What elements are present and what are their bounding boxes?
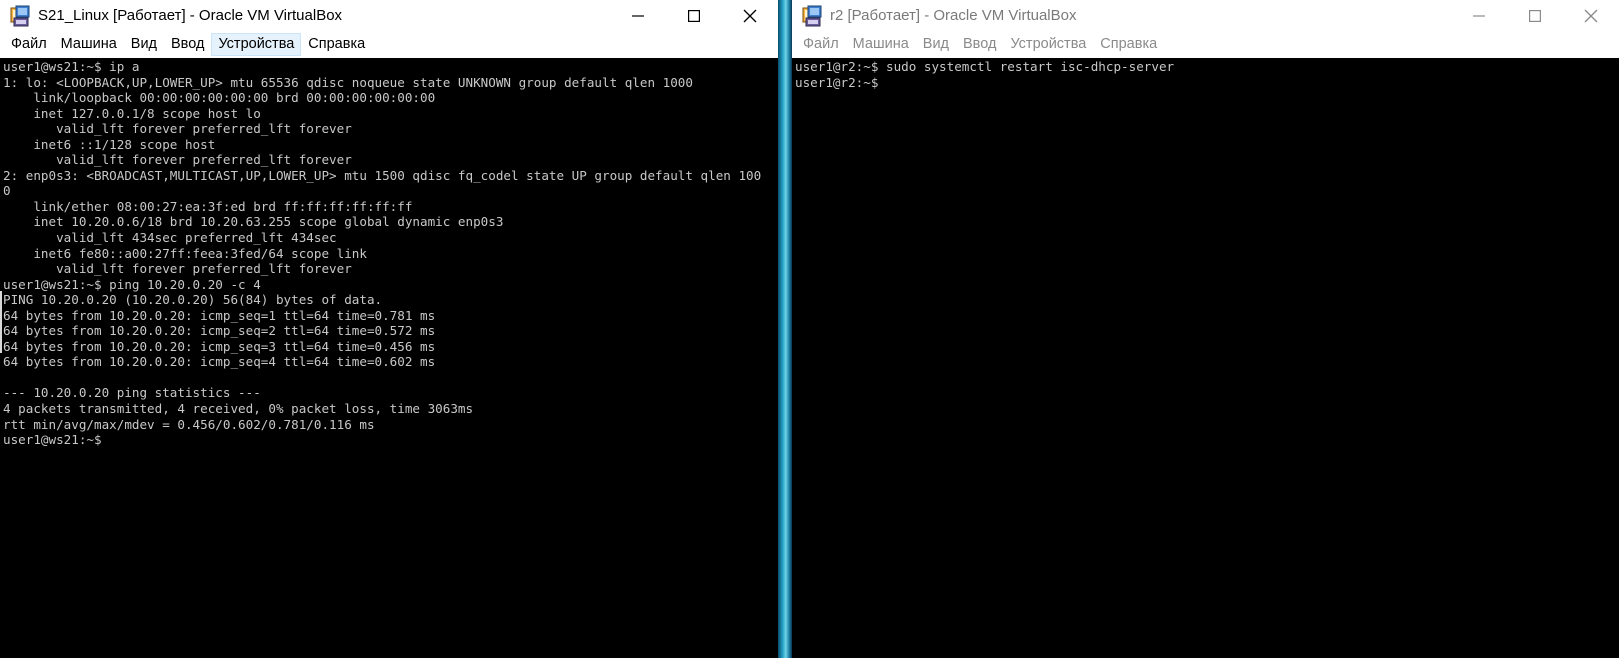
menu-file[interactable]: Файл xyxy=(4,33,54,56)
console-line: rtt min/avg/max/mdev = 0.456/0.602/0.781… xyxy=(3,416,375,432)
text-cursor xyxy=(0,291,2,353)
console-line: valid_lft forever preferred_lft forever xyxy=(3,152,352,168)
vm-console-screen[interactable]: user1@r2:~$ sudo systemctl restart isc-d… xyxy=(792,58,1619,658)
console-output: user1@r2:~$ sudo systemctl restart isc-d… xyxy=(792,58,1619,90)
console-line: 64 bytes from 10.20.0.20: icmp_seq=3 ttl… xyxy=(3,338,436,354)
menu-help[interactable]: Справка xyxy=(301,33,372,56)
minimize-button[interactable] xyxy=(610,0,666,31)
console-line: user1@ws21:~$ ping 10.20.0.20 -c 4 xyxy=(3,276,261,292)
console-line: PING 10.20.0.20 (10.20.0.20) 56(84) byte… xyxy=(3,292,383,308)
window-title: r2 [Работает] - Oracle VM VirtualBox xyxy=(830,7,1077,24)
vm-window-s21-linux[interactable]: S21_Linux [Работает] - Oracle VM Virtual… xyxy=(0,0,778,658)
window-controls xyxy=(1451,0,1619,31)
close-icon xyxy=(1584,9,1598,22)
title-bar[interactable]: r2 [Работает] - Oracle VM VirtualBox xyxy=(792,0,1619,31)
maximize-icon xyxy=(688,9,700,22)
vm-console-screen[interactable]: user1@ws21:~$ ip a 1: lo: <LOOPBACK,UP,LO… xyxy=(0,58,778,658)
console-line: 0 xyxy=(3,183,11,199)
menu-input[interactable]: Ввод xyxy=(956,33,1003,56)
virtualbox-icon xyxy=(802,5,822,26)
console-line: 64 bytes from 10.20.0.20: icmp_seq=2 ttl… xyxy=(3,323,436,339)
console-line: link/loopback 00:00:00:00:00:00 brd 00:0… xyxy=(3,90,436,106)
console-line: user1@ws21:~$ ip a xyxy=(3,59,140,74)
maximize-button[interactable] xyxy=(666,0,722,31)
console-line: user1@r2:~$ xyxy=(795,74,879,90)
console-line: 2: enp0s3: <BROADCAST,MULTICAST,UP,LOWER… xyxy=(3,167,762,183)
menu-devices[interactable]: Устройства xyxy=(1003,33,1093,56)
minimize-icon xyxy=(1473,14,1485,17)
console-line: valid_lft forever preferred_lft forever xyxy=(3,261,352,277)
console-line: inet6 ::1/128 scope host xyxy=(3,136,216,152)
close-button[interactable] xyxy=(722,0,778,31)
console-line: inet 10.20.0.6/18 brd 10.20.63.255 scope… xyxy=(3,214,504,230)
title-bar[interactable]: S21_Linux [Работает] - Oracle VM Virtual… xyxy=(0,0,778,31)
console-line: 64 bytes from 10.20.0.20: icmp_seq=4 ttl… xyxy=(3,354,436,370)
menu-file[interactable]: Файл xyxy=(796,33,846,56)
minimize-button[interactable] xyxy=(1451,0,1507,31)
minimize-icon xyxy=(632,14,644,17)
console-line: --- 10.20.0.20 ping statistics --- xyxy=(3,385,261,401)
console-line: 1: lo: <LOOPBACK,UP,LOWER_UP> mtu 65536 … xyxy=(3,74,693,90)
console-line: inet 127.0.0.1/8 scope host lo xyxy=(3,105,261,121)
console-line: valid_lft 434sec preferred_lft 434sec xyxy=(3,230,337,246)
menu-bar: Файл Машина Вид Ввод Устройства Справка xyxy=(0,31,778,58)
menu-input[interactable]: Ввод xyxy=(164,33,211,56)
console-line: inet6 fe80::a00:27ff:feea:3fed/64 scope … xyxy=(3,245,367,261)
console-line: user1@r2:~$ sudo systemctl restart isc-d… xyxy=(795,59,1175,74)
menu-view[interactable]: Вид xyxy=(124,33,164,56)
desktop: S21_Linux [Работает] - Oracle VM Virtual… xyxy=(0,0,1619,658)
menu-devices[interactable]: Устройства xyxy=(211,33,302,56)
console-line: user1@ws21:~$ xyxy=(3,432,102,448)
menu-view[interactable]: Вид xyxy=(916,33,956,56)
console-line: 64 bytes from 10.20.0.20: icmp_seq=1 ttl… xyxy=(3,307,436,323)
maximize-button[interactable] xyxy=(1507,0,1563,31)
console-line: 4 packets transmitted, 4 received, 0% pa… xyxy=(3,401,474,417)
close-button[interactable] xyxy=(1563,0,1619,31)
console-output: user1@ws21:~$ ip a 1: lo: <LOOPBACK,UP,LO… xyxy=(0,58,778,448)
menu-bar: Файл Машина Вид Ввод Устройства Справка xyxy=(792,31,1619,58)
maximize-icon xyxy=(1529,9,1541,22)
virtualbox-icon xyxy=(10,5,30,26)
window-title: S21_Linux [Работает] - Oracle VM Virtual… xyxy=(38,7,343,24)
menu-help[interactable]: Справка xyxy=(1093,33,1164,56)
console-line: valid_lft forever preferred_lft forever xyxy=(3,121,352,137)
menu-machine[interactable]: Машина xyxy=(54,33,124,56)
desktop-background-strip xyxy=(778,0,792,658)
menu-machine[interactable]: Машина xyxy=(846,33,916,56)
vm-window-r2[interactable]: r2 [Работает] - Oracle VM VirtualBox Фай… xyxy=(792,0,1619,658)
close-icon xyxy=(743,9,757,22)
window-controls xyxy=(610,0,778,31)
console-line: link/ether 08:00:27:ea:3f:ed brd ff:ff:f… xyxy=(3,198,413,214)
